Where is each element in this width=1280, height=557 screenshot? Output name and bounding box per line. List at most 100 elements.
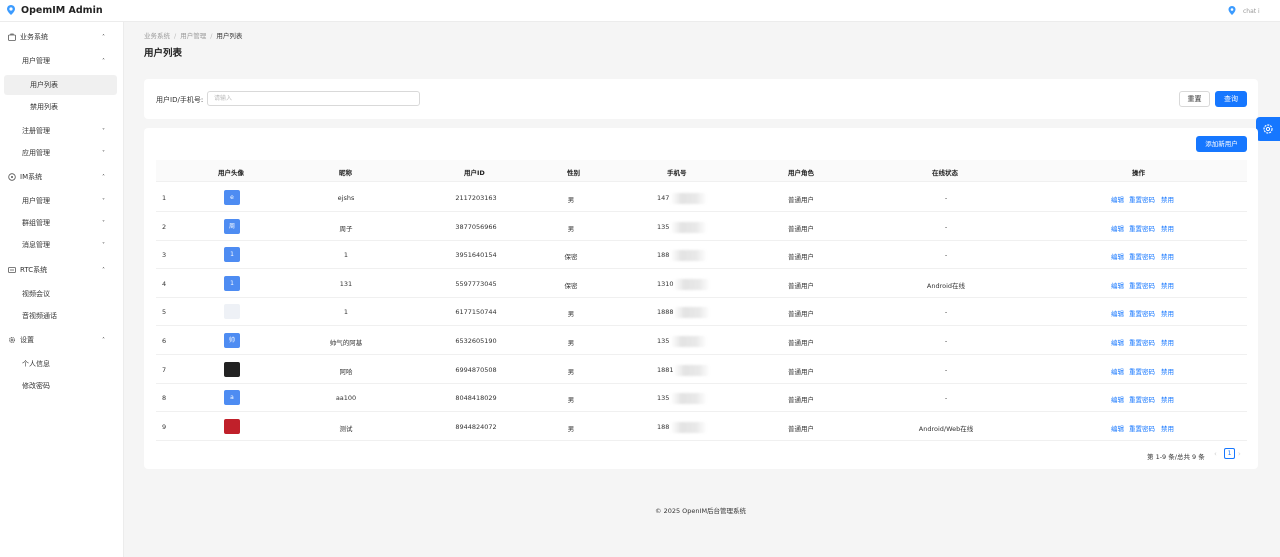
breadcrumb-current: 用户列表: [216, 32, 243, 40]
edit-link[interactable]: 编辑: [1111, 366, 1124, 376]
reset-password-link[interactable]: 重置密码: [1129, 394, 1155, 404]
phone-cell: 1888: [657, 308, 674, 317]
sidebar-item-av-call[interactable]: 音视频通话: [0, 306, 124, 326]
edit-link[interactable]: 编辑: [1111, 308, 1124, 318]
pagination-prev-button[interactable]: ‹: [1214, 450, 1217, 458]
sidebar-item-profile[interactable]: 个人信息: [0, 354, 124, 374]
column-header-avatar: 用户头像: [218, 169, 244, 177]
reset-password-link[interactable]: 重置密码: [1129, 423, 1155, 433]
reset-password-link[interactable]: 重置密码: [1129, 251, 1155, 261]
disable-link[interactable]: 禁用: [1161, 251, 1174, 261]
disable-link[interactable]: 禁用: [1161, 280, 1174, 290]
disable-link[interactable]: 禁用: [1161, 337, 1174, 347]
edit-link[interactable]: 编辑: [1111, 423, 1124, 433]
edit-link[interactable]: 编辑: [1111, 194, 1124, 204]
sidebar-item-banned-list[interactable]: 禁用列表: [0, 97, 124, 117]
search-input[interactable]: 请输入: [207, 91, 420, 106]
sidebar-item-label: 个人信息: [22, 360, 50, 368]
disable-link[interactable]: 禁用: [1161, 366, 1174, 376]
settings-icon: [8, 336, 16, 344]
sidebar-group-user-management[interactable]: 用户管理 ˄: [0, 51, 124, 71]
role-cell: 普通用户: [788, 424, 814, 433]
table-row: 7 阿哈 6994870508 男 1881 普通用户 - 编辑 重置密码 禁用: [156, 355, 1247, 384]
reset-button[interactable]: 重置: [1179, 91, 1210, 107]
user-name[interactable]: chat i: [1243, 8, 1260, 15]
gender-cell: 男: [567, 339, 575, 347]
gear-icon: [1263, 124, 1273, 134]
sidebar-item-label: IM系统: [20, 173, 43, 181]
phone-redaction-mask: [671, 393, 707, 405]
chevron-down-icon: ˅: [102, 241, 105, 249]
query-button[interactable]: 查询: [1215, 91, 1247, 107]
pagination-page-button[interactable]: 1: [1224, 448, 1235, 459]
online-status-cell: -: [944, 365, 948, 374]
disable-link[interactable]: 禁用: [1161, 423, 1174, 433]
openim-logo-icon: [7, 5, 15, 15]
disable-link[interactable]: 禁用: [1161, 223, 1174, 233]
chevron-up-icon: ˄: [102, 33, 105, 41]
chevron-up-icon: ˄: [102, 266, 105, 274]
sidebar-group-app[interactable]: 应用管理 ˅: [0, 143, 124, 163]
floating-settings-button[interactable]: [1256, 117, 1280, 141]
table-row: 3 1 1 3951640154 保密 188 普通用户 - 编辑 重置密码 禁用: [156, 240, 1247, 270]
phone-cell: 1881: [657, 365, 674, 374]
user-id-cell: 6994870508: [455, 365, 497, 374]
sidebar-group-messages[interactable]: 消息管理 ˅: [0, 235, 124, 255]
online-status-cell: -: [944, 194, 948, 202]
role-cell: 普通用户: [788, 339, 814, 347]
sidebar-group-rtc[interactable]: RTC系统 ˄: [0, 260, 124, 280]
sidebar-item-label: 群组管理: [22, 219, 50, 227]
sidebar-group-business[interactable]: 业务系统 ˄: [0, 27, 124, 47]
sidebar-item-video-meeting[interactable]: 视频会议: [0, 284, 124, 304]
top-header: OpemIM Admin chat i: [0, 0, 1280, 22]
nickname-cell: 阿哈: [339, 367, 353, 376]
edit-link[interactable]: 编辑: [1111, 280, 1124, 290]
edit-link[interactable]: 编辑: [1111, 394, 1124, 404]
sidebar-group-im-users[interactable]: 用户管理 ˅: [0, 191, 124, 211]
reset-password-link[interactable]: 重置密码: [1129, 223, 1155, 233]
sidebar-item-change-password[interactable]: 修改密码: [0, 376, 124, 396]
pagination-next-button[interactable]: ›: [1238, 450, 1241, 458]
sidebar-group-register[interactable]: 注册管理 ˅: [0, 121, 124, 141]
breadcrumb-item[interactable]: 业务系统: [144, 32, 170, 40]
table-row: 2 周 周子 3877056966 男 135 普通用户 - 编辑 重置密码 禁用: [156, 212, 1247, 241]
rtc-icon: [8, 266, 16, 274]
role-cell: 普通用户: [788, 367, 814, 376]
user-avatar-icon[interactable]: [1228, 6, 1236, 15]
gender-cell: 男: [567, 367, 575, 376]
gender-cell: 保密: [564, 281, 578, 290]
disable-link[interactable]: 禁用: [1161, 394, 1174, 404]
add-user-button[interactable]: 添加新用户: [1196, 136, 1247, 152]
reset-password-link[interactable]: 重置密码: [1129, 366, 1155, 376]
sidebar-group-settings[interactable]: 设置 ˄: [0, 330, 124, 350]
disable-link[interactable]: 禁用: [1161, 194, 1174, 204]
sidebar-item-label: 修改密码: [22, 382, 50, 390]
reset-password-link[interactable]: 重置密码: [1129, 194, 1155, 204]
chevron-down-icon: ˅: [102, 149, 105, 157]
role-cell: 普通用户: [788, 281, 814, 290]
reset-password-link[interactable]: 重置密码: [1129, 308, 1155, 318]
sidebar-group-im[interactable]: IM系统 ˄: [0, 167, 124, 187]
edit-link[interactable]: 编辑: [1111, 223, 1124, 233]
phone-cell: 147: [657, 194, 670, 202]
reset-password-link[interactable]: 重置密码: [1129, 280, 1155, 290]
row-index: 8: [162, 394, 167, 403]
column-header-user-id: 用户ID: [464, 169, 485, 177]
sidebar-group-groups[interactable]: 群组管理 ˅: [0, 213, 124, 233]
phone-redaction-mask: [671, 421, 707, 433]
disable-link[interactable]: 禁用: [1161, 308, 1174, 318]
table-row: 9 测试 8944824072 男 188 普通用户 Android/Web在线 编辑 重置密码…: [156, 412, 1247, 441]
user-avatar: 1: [224, 247, 240, 263]
role-cell: 普通用户: [788, 396, 814, 405]
edit-link[interactable]: 编辑: [1111, 337, 1124, 347]
reset-password-link[interactable]: 重置密码: [1129, 337, 1155, 347]
phone-cell: 188: [657, 251, 670, 260]
chevron-down-icon: ˅: [102, 197, 105, 205]
row-index: 5: [162, 308, 167, 317]
breadcrumb-item[interactable]: 用户管理: [180, 32, 206, 40]
row-index: 2: [162, 222, 167, 231]
sidebar-item-user-list[interactable]: 用户列表: [4, 75, 117, 95]
search-label: 用户ID/手机号:: [156, 96, 204, 104]
phone-cell: 188: [657, 422, 670, 431]
edit-link[interactable]: 编辑: [1111, 251, 1124, 261]
